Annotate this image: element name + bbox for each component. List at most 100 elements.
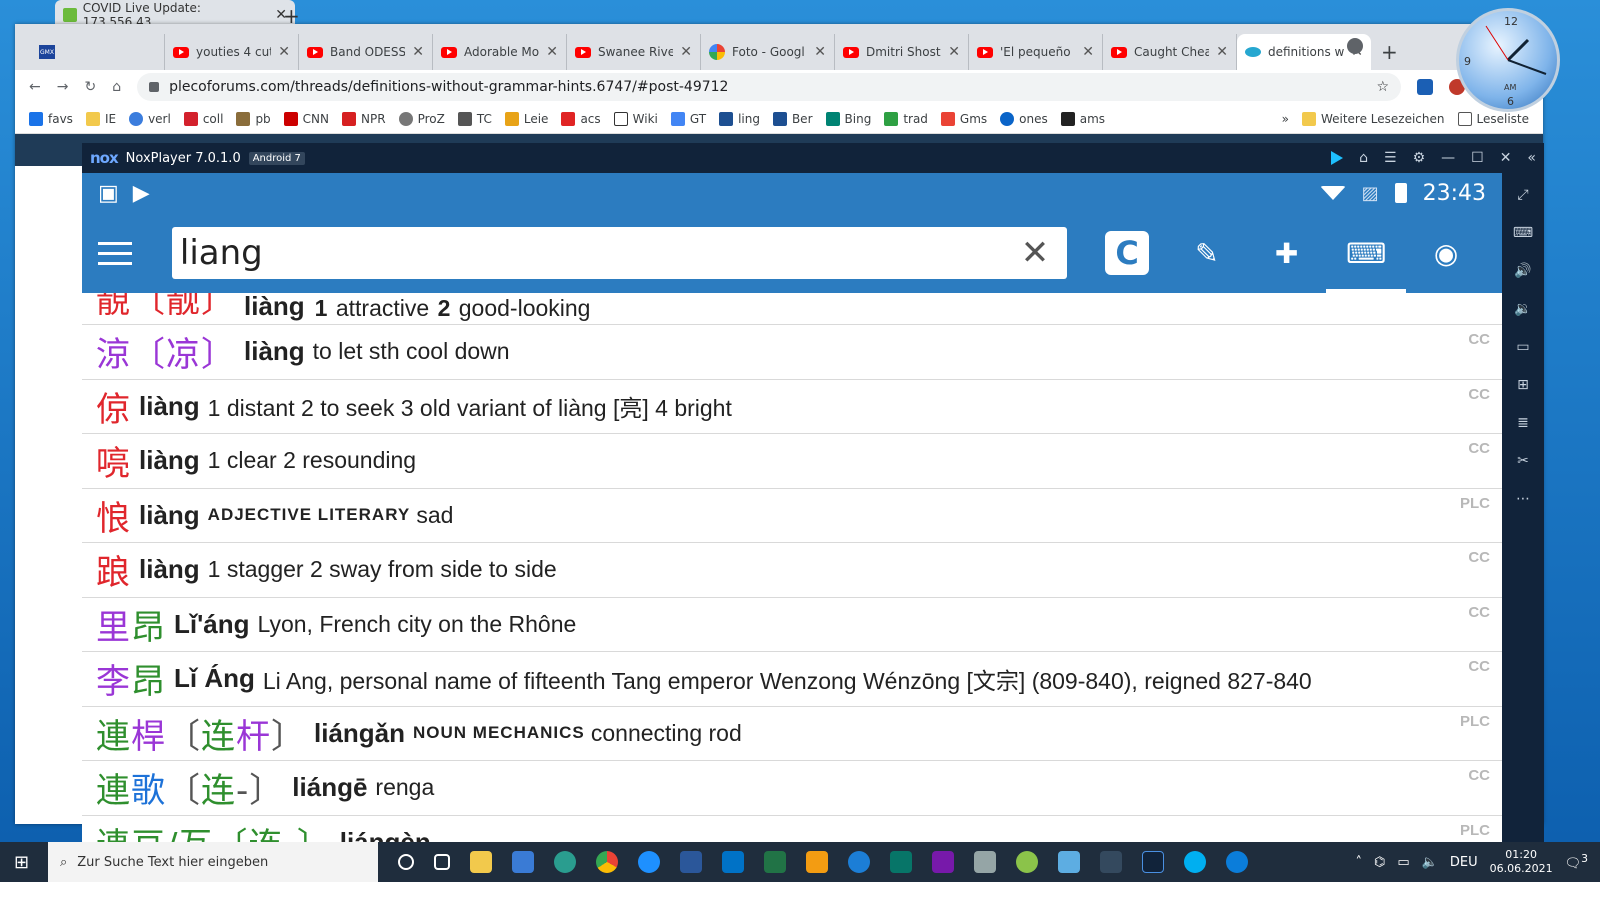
tab-caught[interactable]: Caught Chea ✕ [1103, 34, 1237, 70]
scissors-icon[interactable]: ✂ [1514, 451, 1532, 471]
gear-icon[interactable]: ⚙ [1413, 150, 1426, 166]
keyboard-mapping-icon[interactable]: ⌨ [1513, 223, 1533, 243]
tab-foto[interactable]: Foto - Googl ✕ [701, 34, 835, 70]
edge-icon[interactable] [554, 851, 576, 873]
onenote-icon[interactable] [932, 851, 954, 873]
bookmark-leie[interactable]: Leie [504, 111, 548, 126]
clear-search-icon[interactable]: ✕ [1021, 233, 1050, 273]
battery-icon[interactable]: ▭ [1397, 855, 1409, 870]
bookmark-npr[interactable]: NPR [342, 111, 386, 126]
list-item[interactable]: 靚〔靓〕 liàng 1 attractive 2 good-looking [82, 293, 1502, 325]
screen-icon[interactable]: ▭ [1514, 337, 1532, 357]
bookmark-proz[interactable]: ProZ [398, 111, 445, 126]
bookmark-ams[interactable]: ams [1060, 111, 1105, 126]
bookmark-tc[interactable]: TC [457, 111, 492, 126]
close-icon[interactable]: ✕ [814, 44, 826, 60]
clipboard-reader-button[interactable]: C [1087, 213, 1167, 293]
close-icon[interactable]: ✕ [546, 44, 558, 60]
fullscreen-icon[interactable]: ⤢ [1514, 185, 1532, 205]
cortana-icon[interactable] [398, 854, 414, 870]
volume-down-icon[interactable]: 🔉 [1514, 299, 1532, 319]
handwriting-button[interactable]: ✎ [1167, 213, 1247, 293]
tab-band-odessa[interactable]: Band ODESSA✕ [299, 34, 433, 70]
volume-up-icon[interactable]: 🔊 [1514, 261, 1532, 281]
excel-icon[interactable] [764, 851, 786, 873]
bookmark-trad[interactable]: trad [884, 111, 928, 126]
tab-dmitri[interactable]: Dmitri Shosta ✕ [835, 34, 969, 70]
store-icon[interactable] [512, 851, 534, 873]
back-icon[interactable]: ← [29, 79, 41, 95]
list-item[interactable]: 李昂 Lǐ Áng Li Ang, personal name of fifte… [82, 652, 1502, 707]
addons-button[interactable]: ✚ [1247, 213, 1327, 293]
close-icon[interactable]: ✕ [412, 44, 424, 60]
tab-adorable[interactable]: Adorable Mo ✕ [433, 34, 567, 70]
tab-youties[interactable]: youties 4 cute✕ [165, 34, 299, 70]
list-item[interactable]: 涼〔凉〕 liàng to let sth cool down CC [82, 325, 1502, 380]
bookmark-acs[interactable]: acs [561, 111, 601, 126]
mail-extension-icon[interactable] [1417, 79, 1433, 95]
taskbar-search-input[interactable]: ⌕ Zur Suche Text hier eingeben [48, 842, 378, 882]
list-item[interactable]: 連桿〔连杆〕 liángǎn noun mechanics connecting… [82, 707, 1502, 761]
bookmark-gms[interactable]: Gms [940, 111, 987, 126]
bookmark-bing[interactable]: Bing [825, 111, 871, 126]
lock-icon[interactable] [149, 82, 160, 92]
tab-search-icon[interactable] [1347, 38, 1363, 54]
word-icon[interactable] [680, 851, 702, 873]
list-item[interactable]: 連亘/互〔连-〕 liángèn PLC [82, 816, 1502, 844]
skype-icon[interactable] [1184, 851, 1206, 873]
tab-gmx[interactable]: GMX [31, 34, 165, 70]
collapse-sidebar-icon[interactable]: « [1527, 150, 1536, 166]
list-item[interactable]: 連歌〔连-〕 liángē renga CC [82, 761, 1502, 816]
bookmark-weitere[interactable]: Weitere Lesezeichen [1301, 111, 1445, 126]
photos-icon[interactable] [1058, 851, 1080, 873]
forward-icon[interactable]: → [57, 79, 69, 95]
list-item[interactable]: 喨 liàng 1 clear 2 resounding CC [82, 434, 1502, 489]
apk-install-icon[interactable]: ⊞ [1514, 375, 1532, 395]
windows-start-icon[interactable]: ⊞ [14, 852, 29, 873]
list-item[interactable]: 里昂 Lǐ'áng Lyon, French city on the Rhône… [82, 598, 1502, 652]
taskbar-clock[interactable]: 01:20 06.06.2021 [1490, 848, 1553, 876]
app-icon[interactable] [1226, 851, 1248, 873]
close-icon[interactable]: ✕ [278, 44, 290, 60]
close-icon[interactable]: ✕ [948, 44, 960, 60]
keyboard-button[interactable]: ⌨ [1326, 213, 1406, 293]
more-icon[interactable]: ⋯ [1514, 489, 1532, 509]
home-icon[interactable]: ⌂ [1359, 150, 1368, 166]
bookmark-coll[interactable]: coll [183, 111, 223, 126]
nox-taskbar-icon[interactable] [1142, 851, 1164, 873]
hamburger-menu-icon[interactable] [98, 241, 132, 265]
menu-icon[interactable]: ☰ [1384, 150, 1397, 166]
bookmark-ones[interactable]: ones [1000, 111, 1048, 126]
close-icon[interactable]: ✕ [1082, 44, 1094, 60]
new-tab-button[interactable]: + [1381, 40, 1398, 64]
tab-swanee[interactable]: Swanee River ✕ [567, 34, 701, 70]
reading-list-button[interactable]: Leseliste [1457, 111, 1529, 126]
network-icon[interactable]: ⌬ [1374, 855, 1385, 870]
bookmark-ber[interactable]: Ber [772, 111, 813, 126]
list-item[interactable]: 悢 liàng adjective literary sad PLC [82, 489, 1502, 543]
volume-icon[interactable]: 🔈 [1422, 855, 1438, 870]
list-item[interactable]: 倞 liàng 1 distant 2 to seek 3 old varian… [82, 380, 1502, 434]
chevron-up-icon[interactable]: ˄ [1356, 855, 1363, 870]
tab-el-pequeno[interactable]: 'El pequeño c ✕ [969, 34, 1103, 70]
reload-icon[interactable]: ↻ [84, 79, 96, 95]
list-item[interactable]: 踉 liàng 1 stagger 2 sway from side to si… [82, 543, 1502, 598]
internet-explorer-icon[interactable] [638, 851, 660, 873]
task-view-icon[interactable] [434, 854, 450, 870]
media-player-icon[interactable] [806, 851, 828, 873]
search-input[interactable]: liang ✕ [171, 227, 1068, 279]
bookmarks-more-button[interactable]: » [1282, 112, 1289, 126]
sync-icon[interactable] [848, 851, 870, 873]
multi-instance-icon[interactable]: ≣ [1514, 413, 1532, 433]
publisher-icon[interactable] [890, 851, 912, 873]
star-icon[interactable]: ☆ [1376, 79, 1389, 95]
bookmark-wiki[interactable]: Wiki [613, 111, 658, 126]
bookmark-gt[interactable]: GT [670, 111, 706, 126]
chrome-icon[interactable] [596, 851, 618, 873]
bookmark-cnn[interactable]: CNN [283, 111, 329, 126]
close-icon[interactable]: ✕ [1216, 44, 1228, 60]
bookmark-pb[interactable]: pb [236, 111, 271, 126]
app-icon[interactable] [974, 851, 996, 873]
address-bar[interactable]: plecoforums.com/threads/definitions-with… [137, 73, 1401, 101]
bookmark-ie[interactable]: IE [85, 111, 116, 126]
